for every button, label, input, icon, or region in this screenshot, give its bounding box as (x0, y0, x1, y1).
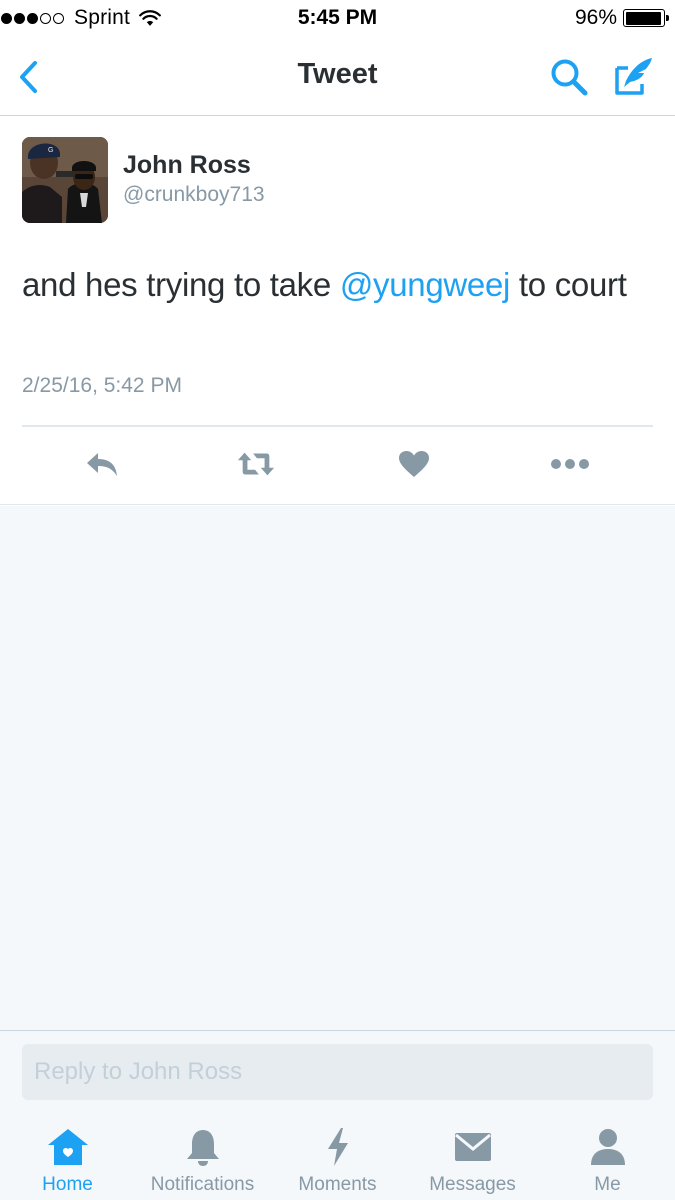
more-options-button[interactable] (550, 447, 590, 481)
svg-text:G: G (48, 147, 53, 154)
status-bar: Sprint 5:45 PM 96% (0, 0, 675, 38)
tweet-text-part: to court (510, 266, 627, 303)
battery-icon (623, 9, 669, 27)
tab-home[interactable]: Home (0, 1112, 135, 1200)
author-name[interactable]: John Ross (123, 151, 251, 180)
retweet-button[interactable] (236, 447, 276, 481)
bell-icon (186, 1130, 219, 1166)
tab-moments[interactable]: Moments (270, 1112, 405, 1200)
person-icon (590, 1129, 625, 1165)
reply-button[interactable] (82, 447, 122, 481)
retweet-icon (237, 452, 275, 476)
status-right: 96% (574, 6, 669, 30)
search-icon[interactable] (548, 56, 590, 98)
author-handle[interactable]: @crunkboy713 (123, 183, 265, 207)
tab-messages[interactable]: Messages (405, 1112, 540, 1200)
tab-notifications[interactable]: Notifications (135, 1112, 270, 1200)
empty-area (0, 506, 675, 1030)
mention-link[interactable]: @yungweej (340, 266, 511, 303)
tab-bar: Home Notifications Moments Messages Me (0, 1112, 675, 1200)
navigation-bar: Tweet (0, 38, 675, 116)
like-icon (399, 451, 429, 477)
avatar[interactable]: G (22, 137, 108, 223)
tab-label: Me (594, 1174, 621, 1195)
tab-label: Messages (429, 1174, 516, 1195)
home-icon (47, 1129, 88, 1165)
tweet-timestamp: 2/25/16, 5:42 PM (22, 374, 182, 397)
divider (22, 425, 653, 427)
tab-label: Notifications (150, 1174, 255, 1195)
more-icon (551, 459, 589, 469)
tweet-text-part: and hes trying to take (22, 266, 340, 303)
battery-level (625, 11, 662, 25)
lightning-icon (327, 1128, 348, 1166)
tab-me[interactable]: Me (540, 1112, 675, 1200)
tweet-text: and hes trying to take @yungweej to cour… (22, 263, 642, 307)
tab-label: Moments (298, 1174, 377, 1195)
reply-icon (87, 453, 117, 476)
reply-input[interactable] (22, 1044, 653, 1100)
battery-percent: 96% (574, 6, 617, 29)
avatar-photo: G (22, 137, 108, 223)
clock: 5:45 PM (297, 6, 378, 29)
compose-tweet-icon[interactable] (612, 54, 658, 98)
tab-label: Home (42, 1174, 93, 1195)
tweet-detail: G John Ross @crunkboy713 and hes trying … (0, 117, 675, 505)
like-button[interactable] (394, 447, 434, 481)
reply-bar (0, 1030, 675, 1112)
envelope-icon (454, 1133, 491, 1161)
